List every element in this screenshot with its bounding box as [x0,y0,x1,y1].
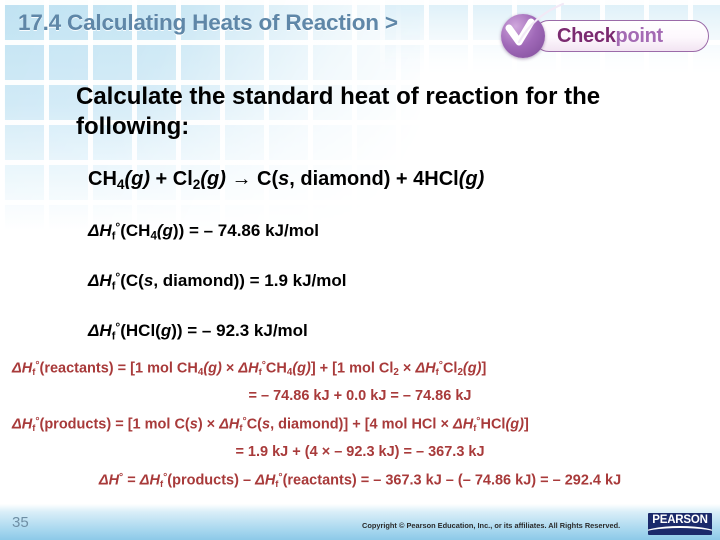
enthalpy-species-rest: , diamond)) [153,271,245,291]
equation-reactant-2-state: (g) [200,168,226,190]
enthalpy-unit: J/mol [274,221,319,241]
equation-reactant-1: CH [88,168,117,190]
equation-plus-1: + [150,168,173,190]
checkpoint-badge: Checkpoint [497,2,709,58]
checkpoint-word-point: point [615,25,664,47]
enthalpy-line-carbon: ΔHf°(C(s, diamond)) = 1.9 kJ/mol [88,270,708,292]
equation-product-1: C( [257,168,279,190]
enthalpy-line-hcl: ΔHf°(HCl(g)) = – 92.3 kJ/mol [88,320,708,342]
slide-header: 17.4 Calculating Heats of Reaction > Che… [0,0,720,72]
enthalpy-symbol: ΔH [88,271,112,291]
pearson-logo: PEARSON [648,513,712,535]
page-title: 17.4 Calculating Heats of Reaction > [18,10,398,35]
equation-reactant-1-state: (g) [124,168,150,190]
enthalpy-species-rest: )) [171,321,183,341]
calculation-reactants: ΔHf°(reactants) = [1 mol CH4(g) × ΔHf°CH… [12,360,487,379]
enthalpy-symbol: ΔH [88,221,112,241]
equation-plus-2: + [390,168,414,190]
equation-product-2-state: (g) [458,168,485,190]
equation-product-2: 4HCl [413,168,459,190]
calculation-products: ΔHf°(products) = [1 mol C(s) × ΔHf°C(s, … [12,416,529,434]
chemical-equation: CH4(g) + Cl2(g) → C(s, diamond) + 4HCl(g… [88,168,708,192]
enthalpy-species-state: s [143,271,154,291]
enthalpy-symbol: ΔH [88,321,112,341]
enthalpy-value: = 1.9 kJ/mol [244,271,347,291]
enthalpy-value: = – 92.3 kJ/mol [182,321,308,341]
equation-product-1-state: s [278,168,290,190]
equation-arrow: → [225,168,258,190]
pearson-swoosh [648,526,712,535]
equation-product-1-rest: , diamond) [289,168,391,190]
calculation-products-value: = 1.9 kJ + (4 × – 92.3 kJ) = – 367.3 kJ [235,444,485,460]
enthalpy-value: = – 74.86 k [184,221,275,241]
enthalpy-species: (CH [120,221,151,241]
enthalpy-species-state: (g [156,221,173,241]
question-prompt: Calculate the standard heat of reaction … [76,83,601,141]
equation-reactant-2: Cl [172,168,193,190]
slide-number: 35 [12,514,29,531]
enthalpy-species-state: g [160,321,172,341]
enthalpy-close: )) [172,221,185,241]
enthalpy-line-ch4: ΔHf°(CH4(g)) = – 74.86 kJ/mol [88,220,708,242]
pearson-wordmark: PEARSON [652,514,708,526]
copyright-notice: Copyright © Pearson Education, Inc., or … [362,521,621,530]
enthalpy-species: (HCl( [120,321,161,341]
calculation-reactants-value: = – 74.86 kJ + 0.0 kJ = – 74.86 kJ [248,388,472,404]
check-icon [505,2,565,46]
checkpoint-wordmark: Checkpoint [557,25,663,48]
enthalpy-species: (C( [120,271,144,291]
calculation-total: ΔH° = ΔHf°(products) – ΔHf°(reactants) =… [98,472,622,490]
